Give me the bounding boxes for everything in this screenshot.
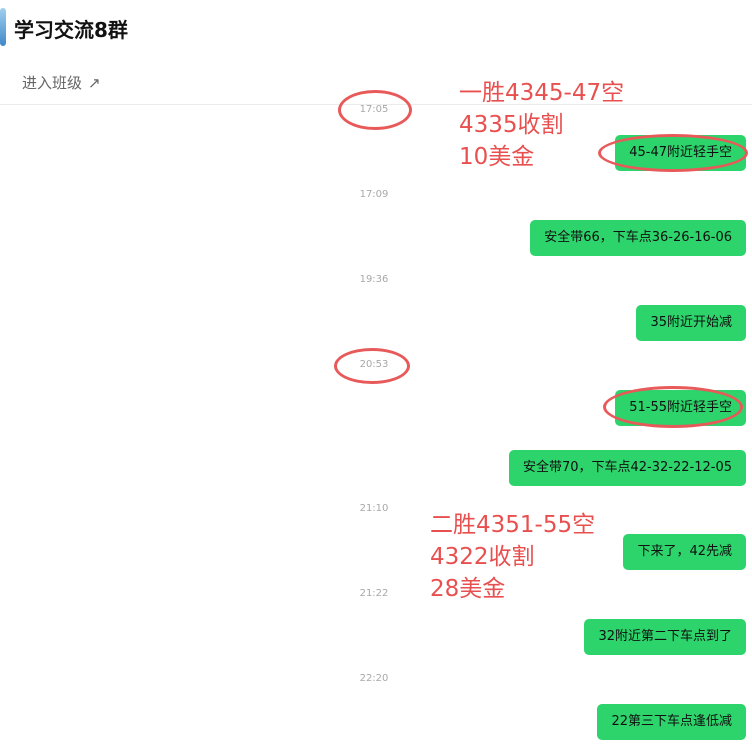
group-title: 学习交流8群: [14, 18, 128, 42]
timestamp: 22:20: [359, 673, 389, 684]
highlight-circle: [338, 90, 412, 130]
message-bubble[interactable]: 安全带66，下车点36-26-16-06: [530, 220, 746, 256]
annotation-line: 一胜4345-47空: [459, 80, 625, 106]
message-bubble[interactable]: 22第三下车点逢低减: [597, 704, 746, 740]
annotation-line: 4335收割: [459, 112, 564, 138]
highlight-circle: [603, 386, 743, 428]
highlight-circle: [334, 348, 410, 384]
annotation-line: 10美金: [459, 144, 535, 170]
annotation-win-2: 二胜4351-55空 4322收割 28美金: [430, 509, 595, 605]
arrow-up-right-icon: ↗: [88, 74, 101, 92]
timestamp: 21:22: [359, 588, 389, 599]
message-bubble[interactable]: 32附近第二下车点到了: [584, 619, 746, 655]
annotation-line: 二胜4351-55空: [430, 512, 596, 538]
annotation-line: 4322收割: [430, 544, 535, 570]
message-bubble[interactable]: 下来了，42先减: [623, 534, 746, 570]
message-bubble[interactable]: 35附近开始减: [636, 305, 746, 341]
enter-class-label: 进入班级: [22, 74, 83, 92]
timestamp: 19:36: [359, 274, 389, 285]
timestamp: 17:09: [359, 189, 389, 200]
group-avatar[interactable]: [0, 8, 6, 46]
message-bubble[interactable]: 安全带70，下车点42-32-22-12-05: [508, 450, 746, 486]
annotation-line: 28美金: [430, 576, 506, 602]
enter-class-link[interactable]: 进入班级 ↗: [22, 72, 101, 93]
annotation-win-1: 一胜4345-47空 4335收割 10美金: [459, 77, 624, 173]
timestamp: 21:10: [359, 503, 389, 514]
